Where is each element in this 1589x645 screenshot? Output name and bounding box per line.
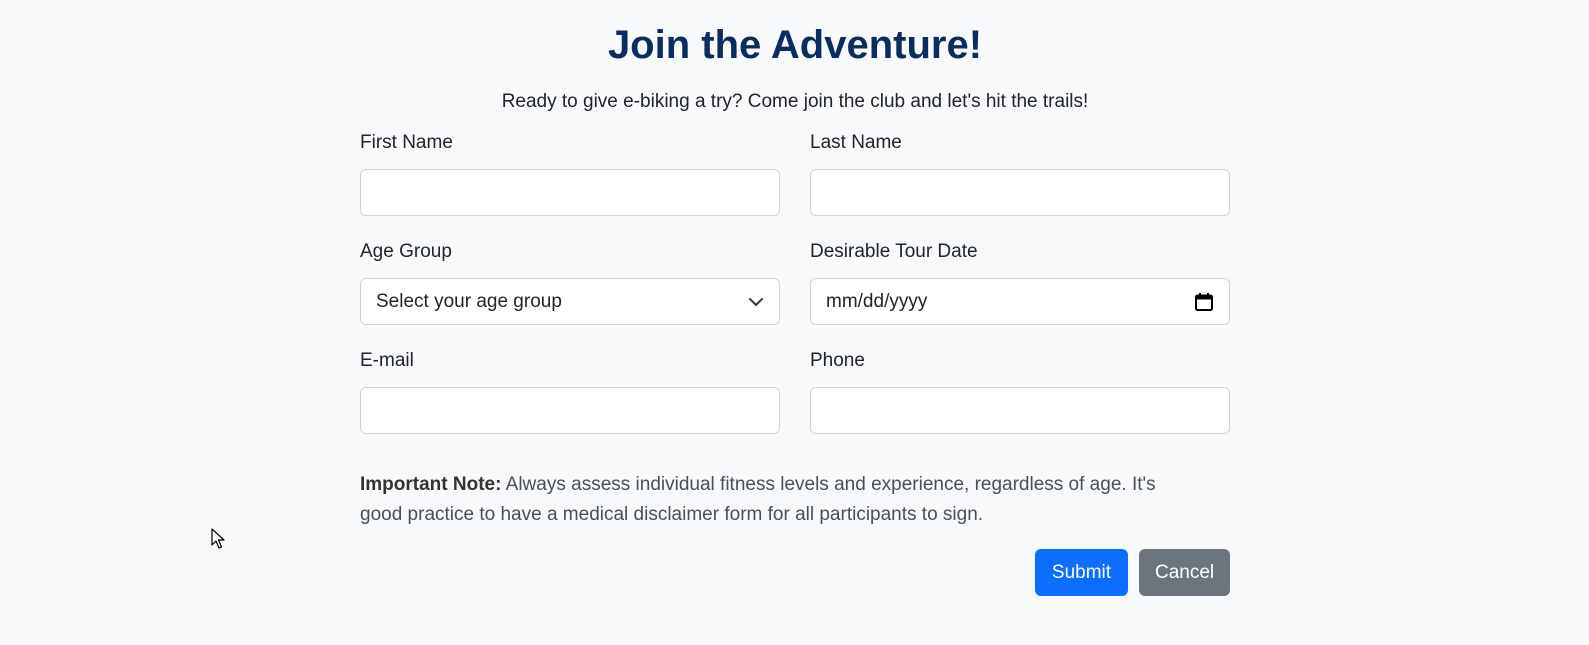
email-group: E-mail bbox=[360, 349, 780, 434]
page-title: Join the Adventure! bbox=[607, 23, 983, 67]
age-group-select[interactable]: Select your age group bbox=[360, 278, 780, 325]
phone-label: Phone bbox=[810, 350, 865, 371]
tour-date-label: Desirable Tour Date bbox=[810, 241, 978, 262]
form-actions: Submit Cancel bbox=[360, 549, 1230, 596]
tour-date-group: Desirable Tour Date mm/dd/yyyy bbox=[810, 240, 1230, 325]
age-group-group: Age Group Select your age group bbox=[360, 240, 780, 325]
form-row-names: First Name Last Name bbox=[360, 131, 1230, 216]
last-name-label: Last Name bbox=[810, 132, 902, 153]
mouse-cursor-icon bbox=[211, 528, 225, 549]
tour-date-placeholder: mm/dd/yyyy bbox=[826, 290, 928, 312]
age-group-selected-value: Select your age group bbox=[376, 290, 562, 312]
age-group-label: Age Group bbox=[360, 241, 452, 262]
form-row-age-date: Age Group Select your age group Desirabl… bbox=[360, 240, 1230, 325]
tour-date-input[interactable]: mm/dd/yyyy bbox=[810, 278, 1230, 325]
page-subtitle: Ready to give e-biking a try? Come join … bbox=[501, 91, 1089, 112]
first-name-group: First Name bbox=[360, 131, 780, 216]
important-note-label: Important Note: bbox=[360, 474, 502, 495]
signup-form: First Name Last Name Age Group Select yo… bbox=[360, 131, 1230, 596]
last-name-group: Last Name bbox=[810, 131, 1230, 216]
phone-field[interactable] bbox=[810, 387, 1230, 434]
cancel-button[interactable]: Cancel bbox=[1139, 549, 1230, 596]
email-field[interactable] bbox=[360, 387, 780, 434]
phone-group: Phone bbox=[810, 349, 1230, 434]
signup-container: Join the Adventure! Ready to give e-biki… bbox=[360, 0, 1230, 596]
submit-button[interactable]: Submit bbox=[1035, 549, 1128, 596]
important-note: Important Note: Always assess individual… bbox=[360, 470, 1200, 530]
first-name-input[interactable] bbox=[360, 169, 780, 216]
first-name-label: First Name bbox=[360, 132, 453, 153]
form-row-contact: E-mail Phone bbox=[360, 349, 1230, 434]
last-name-input[interactable] bbox=[810, 169, 1230, 216]
email-label: E-mail bbox=[360, 350, 414, 371]
chevron-down-icon bbox=[749, 297, 763, 306]
calendar-icon[interactable] bbox=[1194, 292, 1214, 312]
